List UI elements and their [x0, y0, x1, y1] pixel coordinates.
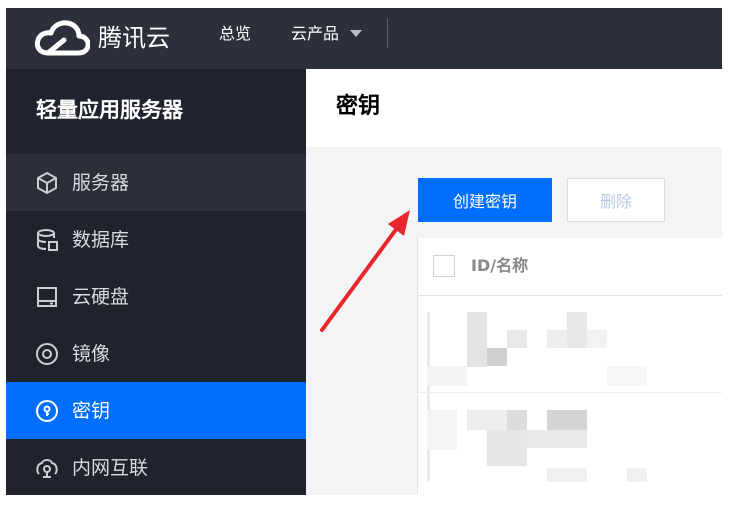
delete-button[interactable]: 删除 [567, 178, 665, 222]
blurred-content [427, 410, 457, 450]
sidebar-item-images[interactable]: 镜像 [6, 325, 306, 382]
blurred-content [487, 348, 507, 366]
sidebar-item-label: 密钥 [72, 400, 111, 422]
sidebar-item-label: 内网互联 [72, 457, 149, 479]
sidebar-item-intranet[interactable]: 内网互联 [6, 439, 306, 495]
sidebar-item-label: 镜像 [72, 343, 111, 365]
key-icon [36, 400, 58, 422]
blurred-content [487, 430, 527, 466]
main-content: 密钥 创建密钥 删除 ID/名称 [306, 69, 722, 495]
blurred-content [427, 366, 467, 386]
table-header: ID/名称 [418, 238, 722, 296]
tencent-cloud-logo-icon[interactable] [34, 20, 90, 56]
row-divider [418, 392, 722, 393]
sidebar: 轻量应用服务器 服务器 数据库 云硬盘 镜像 密钥 内网互联 [6, 69, 306, 495]
sidebar-item-label: 服务器 [72, 172, 130, 194]
image-disc-icon [36, 343, 58, 365]
blurred-content [467, 312, 487, 367]
blurred-content [607, 366, 647, 386]
page-header: 密钥 [306, 69, 722, 147]
blurred-content [427, 312, 430, 482]
column-header-id-name: ID/名称 [471, 256, 529, 275]
sidebar-item-servers[interactable]: 服务器 [6, 154, 306, 211]
chevron-down-icon[interactable] [350, 30, 362, 37]
network-icon [36, 459, 58, 478]
blurred-content [567, 312, 587, 348]
database-icon [37, 229, 58, 251]
page-title: 密钥 [336, 94, 381, 119]
blurred-content [507, 330, 527, 348]
blurred-content [507, 410, 527, 430]
blurred-content [547, 330, 567, 348]
nav-overview[interactable]: 总览 [219, 22, 251, 46]
blurred-content [527, 430, 587, 448]
disk-icon [37, 287, 57, 307]
sidebar-title: 轻量应用服务器 [36, 98, 183, 122]
sidebar-item-label: 数据库 [72, 229, 130, 251]
cube-icon [37, 172, 57, 194]
sidebar-item-cloud-disk[interactable]: 云硬盘 [6, 268, 306, 325]
app-frame: 腾讯云 总览 云产品 轻量应用服务器 服务器 数据库 云硬盘 镜像 密钥 内网互… [6, 8, 722, 495]
blurred-content [467, 410, 507, 430]
blurred-content [547, 410, 587, 430]
blurred-content [547, 468, 587, 482]
sidebar-item-keys[interactable]: 密钥 [6, 382, 306, 439]
brand-name[interactable]: 腾讯云 [98, 20, 170, 56]
sidebar-item-label: 云硬盘 [72, 286, 130, 308]
blurred-content [627, 468, 647, 482]
sidebar-item-database[interactable]: 数据库 [6, 211, 306, 268]
nav-cloud-products[interactable]: 云产品 [291, 22, 339, 46]
top-navbar: 腾讯云 总览 云产品 [6, 8, 722, 69]
select-all-checkbox[interactable] [433, 255, 455, 277]
keys-table: ID/名称 [417, 238, 722, 495]
nav-divider [387, 18, 388, 48]
create-key-button[interactable]: 创建密钥 [418, 178, 552, 222]
blurred-content [587, 330, 607, 348]
